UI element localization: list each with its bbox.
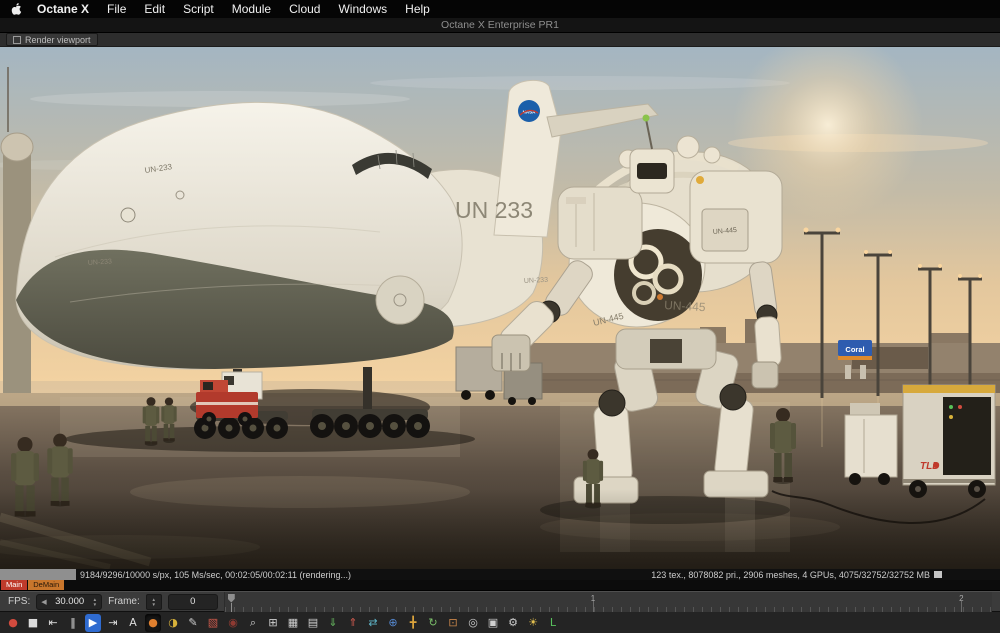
menu-module[interactable]: Module <box>223 0 280 18</box>
tab-demain[interactable]: DeMain <box>28 580 64 590</box>
tab-main[interactable]: Main <box>1 580 27 590</box>
render-progress-text: 9184/9296/10000 s/px, 105 Ms/sec, 00:02:… <box>80 570 351 580</box>
menu-help[interactable]: Help <box>396 0 439 18</box>
step-forward-icon[interactable]: ⇥ <box>105 614 121 632</box>
render-region-icon[interactable]: ▧ <box>205 614 221 632</box>
playhead-line <box>231 603 232 612</box>
subsample-icon[interactable]: ◑ <box>165 614 181 632</box>
frame-spin-down-icon[interactable]: ▼ <box>152 602 156 607</box>
menu-script[interactable]: Script <box>174 0 223 18</box>
ruler-tick-2 <box>961 601 962 612</box>
live-render-icon[interactable]: ● <box>145 614 161 632</box>
ruler-ticks <box>225 607 992 612</box>
frame-spinner[interactable]: ▲ ▼ <box>146 594 162 610</box>
apple-logo-icon[interactable] <box>10 3 22 16</box>
move-gizmo-icon[interactable]: ╋ <box>405 614 421 632</box>
aircraft-marking-rear: UN-233 <box>524 277 549 285</box>
scale-gizmo-icon[interactable]: ⊡ <box>445 614 461 632</box>
render-passes-icon[interactable]: ▤ <box>305 614 321 632</box>
window-title-bar[interactable]: Octane X Enterprise PR1 <box>0 18 1000 33</box>
render-scene: Coral <box>0 47 1000 569</box>
node-tabs-row: Main DeMain <box>0 580 1000 591</box>
fps-value[interactable]: 30.000 <box>51 596 89 607</box>
status-chip <box>934 571 942 578</box>
viewport-tab-bar: Render viewport <box>0 33 1000 47</box>
timeline-controls: FPS: ◀ 30.000 ▲ ▼ Frame: ▲ ▼ 1 2 <box>0 591 1000 611</box>
rotate-gizmo-icon[interactable]: ↻ <box>425 614 441 632</box>
timeline-ruler[interactable]: 1 2 <box>224 592 992 612</box>
aircraft-marking-large: UN 233 <box>455 197 533 223</box>
pause-icon[interactable]: ‖ <box>65 614 81 632</box>
lock-resolution-icon[interactable]: ⊞ <box>265 614 281 632</box>
jump-to-start-icon[interactable]: ⇤ <box>45 614 61 632</box>
render-status-bar: 9184/9296/10000 s/px, 105 Ms/sec, 00:02:… <box>0 569 1000 580</box>
magnifier-icon[interactable]: ⌕ <box>245 614 261 632</box>
frame-label: Frame: <box>108 596 140 607</box>
coral-sign-text: Coral <box>845 345 864 354</box>
alpha-checker-icon[interactable]: ▦ <box>285 614 301 632</box>
frame-input[interactable] <box>168 594 218 610</box>
timeline-playhead[interactable] <box>228 594 235 603</box>
menu-edit[interactable]: Edit <box>135 0 174 18</box>
viewport-tab-label: Render viewport <box>25 35 91 45</box>
menu-windows[interactable]: Windows <box>329 0 396 18</box>
sync-icon[interactable]: ⇄ <box>365 614 381 632</box>
settings-gear-icon[interactable]: ⚙ <box>505 614 521 632</box>
focus-picker-icon[interactable]: ⊕ <box>385 614 401 632</box>
octane-x-window: Octane X File Edit Script Module Cloud W… <box>0 0 1000 633</box>
stop-icon[interactable]: ■ <box>25 614 41 632</box>
luminance-icon[interactable]: L <box>545 614 561 632</box>
menu-cloud[interactable]: Cloud <box>280 0 329 18</box>
mech-torso-marking: UN-445 <box>664 298 706 314</box>
render-viewport[interactable]: Coral <box>0 47 1000 569</box>
fps-label: FPS: <box>8 596 30 607</box>
daylight-icon[interactable]: ☀ <box>525 614 541 632</box>
white-cart <box>845 403 897 485</box>
record-icon[interactable]: ● <box>5 614 21 632</box>
clay-mode-icon[interactable]: ◉ <box>225 614 241 632</box>
world-axis-icon[interactable]: ◎ <box>465 614 481 632</box>
save-image-icon[interactable]: ⇓ <box>325 614 341 632</box>
play-icon[interactable]: ▶ <box>85 614 101 632</box>
window-title: Octane X Enterprise PR1 <box>441 19 559 31</box>
export-image-icon[interactable]: ⇑ <box>345 614 361 632</box>
menu-octane-x[interactable]: Octane X <box>28 0 98 18</box>
menu-file[interactable]: File <box>98 0 135 18</box>
fps-stepper[interactable]: ◀ 30.000 ▲ ▼ <box>36 594 102 610</box>
text-overlay-icon[interactable]: A <box>125 614 141 632</box>
tld-generator-cart: TLD <box>903 385 995 498</box>
menu-bar: Octane X File Edit Script Module Cloud W… <box>0 0 1000 18</box>
ruler-tick-1 <box>593 601 594 612</box>
spin-down-icon[interactable]: ▼ <box>93 602 97 607</box>
viewport-tab[interactable]: Render viewport <box>6 33 98 46</box>
render-progress-bar <box>0 569 76 580</box>
fps-spinner[interactable]: ▲ ▼ <box>93 597 97 607</box>
render-stats-text: 123 tex., 8078082 pri., 2906 meshes, 4 G… <box>651 570 930 580</box>
pick-material-icon[interactable]: ✎ <box>185 614 201 632</box>
fps-decrement-icon[interactable]: ◀ <box>41 598 46 606</box>
viewport-window-icon <box>13 36 21 44</box>
bottom-toolbar: ● ■ ⇤ ‖ ▶ ⇥ A ● ◑ ✎ ▧ ◉ ⌕ ⊞ ▦ ▤ ⇓ ⇑ ⇄ ⊕ … <box>0 611 1000 633</box>
camera-lock-icon[interactable]: ▣ <box>485 614 501 632</box>
